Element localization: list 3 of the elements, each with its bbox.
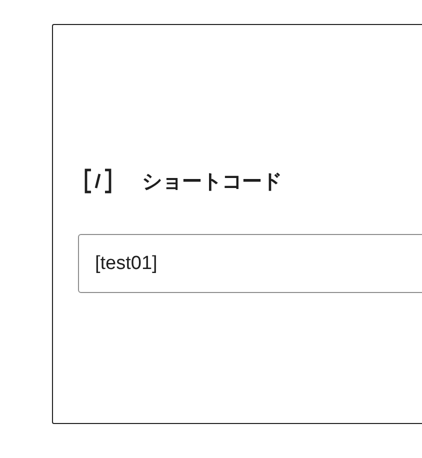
block-label: ショートコード — [142, 168, 282, 194]
shortcode-icon — [84, 168, 112, 194]
shortcode-input-field[interactable]: [test01] — [78, 234, 422, 293]
